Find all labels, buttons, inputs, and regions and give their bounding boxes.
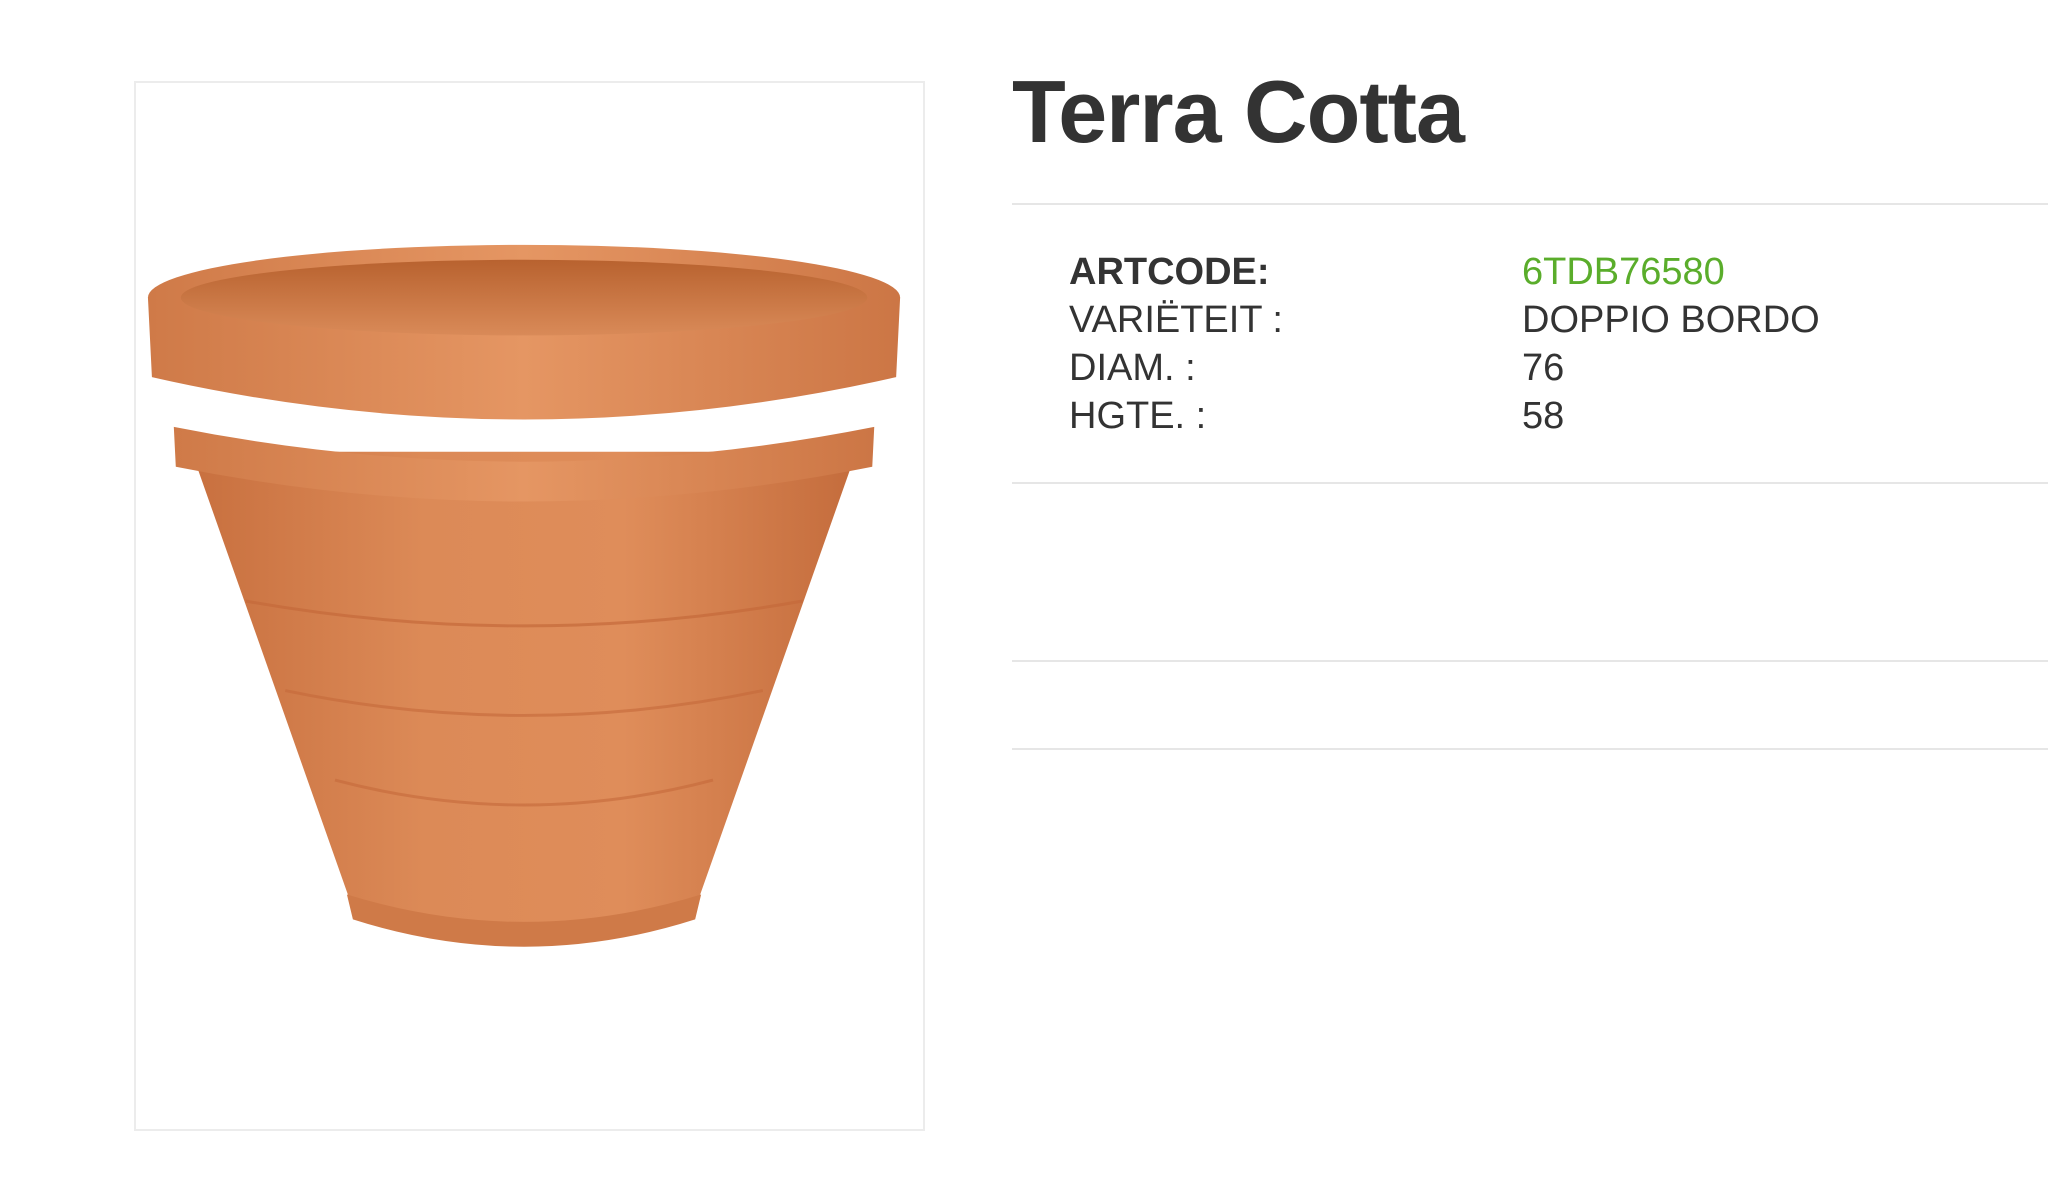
spec-value: DOPPIO BORDO	[1522, 298, 1820, 341]
divider	[1012, 482, 2048, 484]
spec-value: 58	[1522, 394, 1565, 437]
spec-label: VARIËTEIT :	[1069, 298, 1283, 341]
terracotta-pot-image	[147, 244, 901, 947]
spec-table: ARTCODE: 6TDB76580 VARIËTEIT : DOPPIO BO…	[1069, 248, 1969, 440]
spec-row-diameter: DIAM. : 76	[1069, 344, 1969, 392]
spec-row-artcode: ARTCODE: 6TDB76580	[1069, 248, 1969, 296]
product-image	[134, 81, 925, 1131]
spec-label: DIAM. :	[1069, 346, 1196, 389]
product-title: Terra Cotta	[1012, 62, 1465, 161]
spec-label: ARTCODE:	[1069, 250, 1270, 293]
divider	[1012, 748, 2048, 750]
spec-label: HGTE. :	[1069, 394, 1207, 437]
divider	[1012, 660, 2048, 662]
divider	[1012, 203, 2048, 205]
spec-value: 76	[1522, 346, 1565, 389]
spec-value: 6TDB76580	[1522, 250, 1725, 293]
spec-row-height: HGTE. : 58	[1069, 392, 1969, 440]
spec-row-variety: VARIËTEIT : DOPPIO BORDO	[1069, 296, 1969, 344]
product-page: Terra Cotta ARTCODE: 6TDB76580 VARIËTEIT…	[0, 0, 2048, 1180]
